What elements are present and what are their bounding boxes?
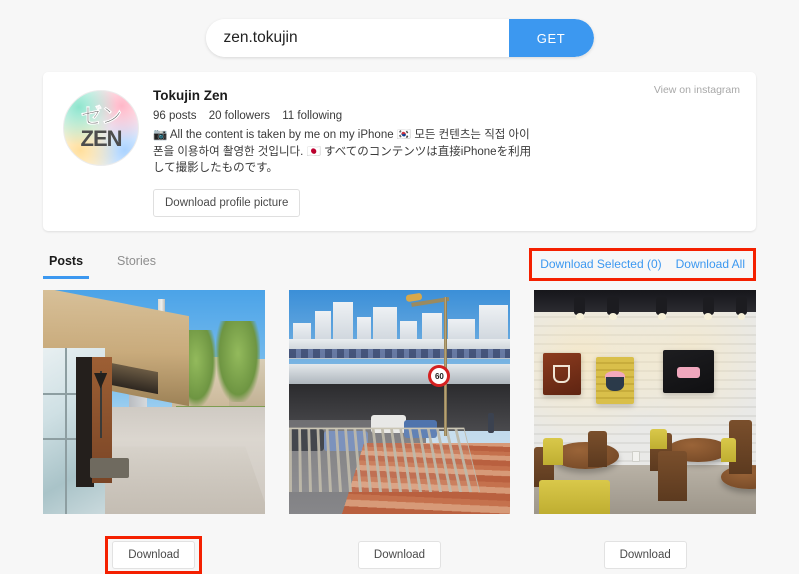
track-light	[736, 296, 748, 320]
photo-grid: Download 60 Download Download	[43, 290, 757, 574]
photo-cell: Download	[534, 290, 757, 574]
track-light	[656, 296, 668, 320]
bulk-actions-annotation-box: Download Selected (0) Download All	[529, 248, 756, 282]
tab-stories[interactable]: Stories	[111, 253, 162, 279]
search-bar: GET	[0, 0, 799, 57]
download-wrapper: Download	[351, 536, 448, 574]
pedestrian	[488, 413, 494, 434]
track-light	[702, 296, 714, 320]
download-button-2[interactable]: Download	[357, 541, 442, 570]
get-button[interactable]: GET	[508, 19, 594, 57]
avatar-zen-text: ZEN	[80, 126, 123, 151]
metal-railing-fence	[288, 427, 480, 492]
chair	[658, 451, 688, 501]
tab-posts[interactable]: Posts	[43, 253, 90, 280]
profile-stats: 96 posts 20 followers 11 following	[153, 110, 740, 122]
cup-illustration	[552, 365, 570, 383]
controls-row: Posts Stories Download Selected (0) Down…	[43, 247, 756, 282]
track-light	[574, 296, 586, 320]
wall-outlet	[631, 451, 640, 463]
download-annotation-box: Download	[105, 536, 203, 574]
yellow-chair	[543, 437, 564, 465]
download-all-link[interactable]: Download All	[676, 257, 745, 271]
truck-illustration	[677, 366, 700, 378]
yellow-chair	[649, 428, 668, 450]
tab-bar: Posts Stories	[43, 253, 162, 280]
yellow-bench	[538, 480, 610, 514]
wall-art-delivery-sign	[662, 350, 714, 394]
download-wrapper: Download	[597, 536, 694, 574]
photo-cell: Download	[43, 290, 265, 574]
download-profile-picture-button[interactable]: Download profile picture	[153, 189, 301, 218]
view-on-instagram-link[interactable]: View on instagram	[654, 84, 740, 96]
post-thumbnail-2[interactable]: 60	[288, 290, 511, 515]
search-input[interactable]	[205, 19, 509, 57]
profile-bio: 📷 All the content is taken by me on my i…	[153, 129, 532, 175]
download-button-1[interactable]: Download	[112, 541, 196, 570]
photo-cell: 60 Download	[288, 290, 511, 574]
profile-card: ゼン ZEN Tokujin Zen 96 posts 20 followers…	[43, 72, 756, 232]
wall-art-coffee-cup	[543, 352, 581, 396]
profile-name: Tokujin Zen	[153, 88, 228, 103]
elevated-train	[288, 349, 511, 359]
yellow-chair	[720, 437, 737, 463]
post-thumbnail-3[interactable]	[534, 290, 757, 515]
followers-count: 20 followers	[208, 110, 271, 122]
chair	[587, 431, 608, 467]
tree	[215, 321, 261, 402]
search-wrapper: GET	[205, 19, 594, 57]
avatar-kana-text: ゼン	[81, 104, 122, 128]
download-button-3[interactable]: Download	[603, 541, 687, 570]
door-mat	[89, 458, 130, 479]
posts-count: 96 posts	[153, 110, 197, 122]
overpass-beam	[288, 363, 511, 385]
wall-art-bowl	[596, 357, 635, 405]
post-thumbnail-1[interactable]	[43, 290, 265, 515]
following-count: 11 following	[282, 110, 343, 122]
avatar[interactable]: ゼン ZEN	[63, 90, 139, 166]
profile-info: Tokujin Zen 96 posts 20 followers 11 fol…	[153, 86, 740, 218]
glass-mullion	[65, 348, 68, 515]
download-selected-link[interactable]: Download Selected (0)	[540, 257, 661, 271]
track-light	[607, 296, 619, 320]
ceiling	[534, 290, 757, 313]
bowl-illustration	[606, 376, 625, 392]
